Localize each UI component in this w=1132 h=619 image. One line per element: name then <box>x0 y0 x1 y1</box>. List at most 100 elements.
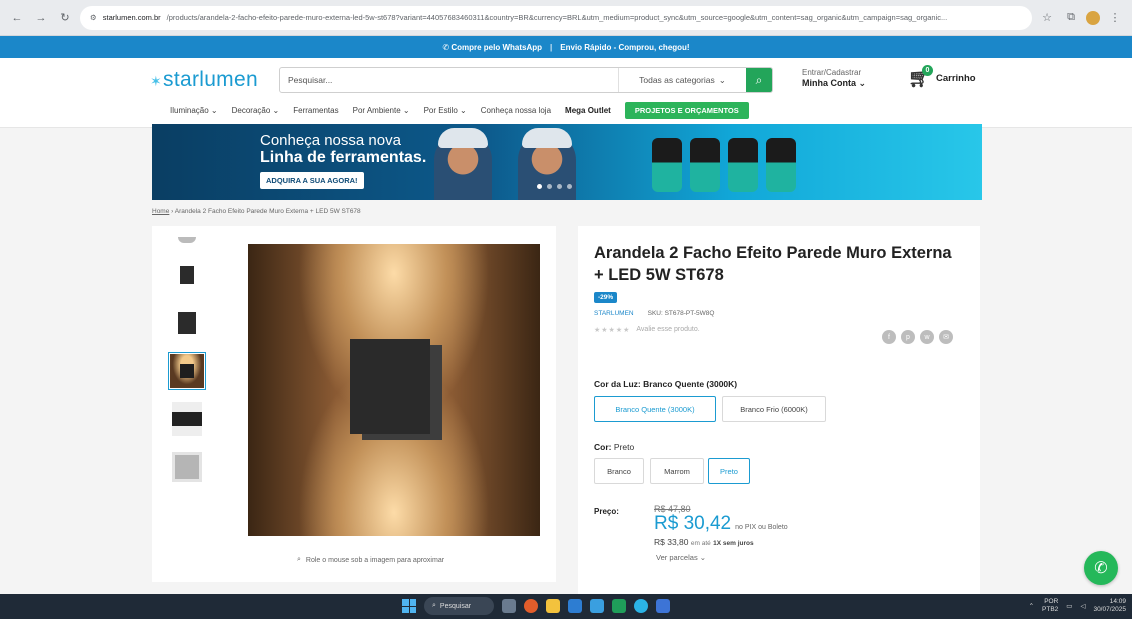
browser-icon[interactable] <box>524 599 538 613</box>
new-price-suffix: no PIX ou Boleto <box>735 524 788 531</box>
url-path: /products/arandela-2-facho-efeito-parede… <box>166 13 948 22</box>
facebook-icon[interactable]: f <box>882 330 896 344</box>
carousel-dot[interactable] <box>547 184 552 189</box>
helmet-shape <box>438 128 488 148</box>
nav-item-decoracao[interactable]: Decoração ⌄ <box>232 106 280 115</box>
chevron-up-icon[interactable]: ⌃ <box>1029 602 1034 610</box>
option-marrom[interactable]: Marrom <box>650 458 704 484</box>
logo[interactable]: ✶starlumen <box>150 68 258 92</box>
product-main-image[interactable] <box>248 244 540 536</box>
review-link[interactable]: Avalie esse produto. <box>636 326 699 334</box>
option-branco[interactable]: Branco <box>594 458 644 484</box>
lang-code: POR <box>1044 598 1059 605</box>
nav-label: Ferramentas <box>293 106 339 115</box>
price-label: Preço: <box>594 507 619 516</box>
reload-icon[interactable]: ↻ <box>56 9 74 27</box>
menu-kebab-icon[interactable]: ⋮ <box>1106 9 1124 27</box>
projects-cta-button[interactable]: PROJETOS E ORÇAMENTOS <box>624 102 749 119</box>
cart-icon: 🛒︎ 0 <box>908 65 933 88</box>
carousel-dot[interactable] <box>557 184 562 189</box>
thumbnail-image <box>172 402 202 436</box>
promo-banner[interactable]: Conheça nossa nova Linha de ferramentas.… <box>152 124 982 200</box>
color-label: Cor: Preto <box>594 442 634 452</box>
logo-text: starlumen <box>163 68 258 91</box>
category-select[interactable]: Todas as categorias ⌄ <box>618 68 746 92</box>
whatsapp-link[interactable]: ✆ Compre pelo WhatsApp <box>442 43 542 52</box>
category-select-label: Todas as categorias <box>639 75 715 85</box>
banner-button[interactable]: ADQUIRA A SUA AGORA! <box>260 172 364 189</box>
bookmark-star-icon[interactable]: ☆ <box>1038 9 1056 27</box>
zoom-hint-text: Role o mouse sob a imagem para aproximar <box>305 556 445 564</box>
app-icon[interactable] <box>656 599 670 613</box>
cart-button[interactable]: 🛒︎ 0 Carrinho <box>908 65 976 88</box>
installments-link[interactable]: Ver parcelas ⌄ <box>656 553 706 562</box>
file-explorer-icon[interactable] <box>546 599 560 613</box>
carousel-dot[interactable] <box>537 184 542 189</box>
clock[interactable]: 14:09 30/07/2025 <box>1093 598 1126 614</box>
brand-link[interactable]: STARLUMEN <box>594 310 634 317</box>
thumbnail[interactable] <box>168 304 206 342</box>
store-icon[interactable] <box>568 599 582 613</box>
back-icon[interactable]: ← <box>8 9 26 27</box>
network-icon[interactable]: ▭ <box>1066 602 1072 610</box>
nav-item-por-ambiente[interactable]: Por Ambiente ⌄ <box>353 106 410 115</box>
mail-icon[interactable] <box>590 599 604 613</box>
email-icon[interactable]: ✉ <box>939 330 953 344</box>
thumbnail-selected[interactable] <box>168 352 206 390</box>
account-login-text: Entrar/Cadastrar <box>802 68 862 77</box>
product-info: Arandela 2 Facho Efeito Parede Muro Exte… <box>578 226 980 594</box>
edge-icon[interactable] <box>634 599 648 613</box>
nav-item-por-estilo[interactable]: Por Estilo ⌄ <box>424 106 467 115</box>
option-branco-frio[interactable]: Branco Frio (6000K) <box>722 396 826 422</box>
installment-pre: em até <box>690 540 711 547</box>
clock-date: 30/07/2025 <box>1093 606 1126 613</box>
address-bar[interactable]: ⚙ starlumen.com.br/products/arandela-2-f… <box>80 5 1032 30</box>
color-key: Cor: <box>594 442 612 452</box>
taskbar-search-label: Pesquisar <box>439 602 472 610</box>
windows-start-icon[interactable] <box>402 599 416 613</box>
nav-label: Mega Outlet <box>565 106 611 115</box>
option-branco-quente[interactable]: Branco Quente (3000K) <box>594 396 716 422</box>
widgets-icon[interactable] <box>502 599 516 613</box>
star-rating-icon[interactable]: ★★★★★ <box>594 326 630 334</box>
share-buttons: f p w ✉ <box>882 330 953 344</box>
search-input[interactable]: Pesquisar... <box>280 75 618 85</box>
product-title: Arandela 2 Facho Efeito Parede Muro Exte… <box>594 244 952 284</box>
language-indicator[interactable]: POR PTB2 <box>1042 598 1058 614</box>
spreadsheet-icon[interactable] <box>612 599 626 613</box>
logo-star-icon: ✶ <box>150 73 163 89</box>
volume-icon[interactable]: ◁ <box>1080 602 1085 610</box>
lang-layout: PTB2 <box>1042 606 1059 613</box>
system-tray: ⌃ POR PTB2 ▭ ◁ 14:09 30/07/2025 <box>1029 598 1126 614</box>
taskbar-search[interactable]: ⌕ Pesquisar <box>424 597 494 615</box>
forward-icon[interactable]: → <box>32 9 50 27</box>
thumbnail-image <box>178 237 196 243</box>
nav-item-mega-outlet[interactable]: Mega Outlet <box>565 106 611 115</box>
taskbar-center: ⌕ Pesquisar <box>402 597 670 615</box>
whatsapp-float-button[interactable]: ✆ <box>1084 551 1118 585</box>
option-preto[interactable]: Preto <box>708 458 750 484</box>
nav-item-ferramentas[interactable]: Ferramentas <box>293 106 338 115</box>
browser-toolbar: ← → ↻ ⚙ starlumen.com.br/products/arande… <box>0 0 1132 36</box>
profile-avatar[interactable] <box>1086 10 1100 25</box>
banner-dots <box>537 184 572 189</box>
nav-item-conheca-loja[interactable]: Conheça nossa loja <box>481 106 551 115</box>
search-button[interactable]: ⌕ <box>746 68 772 92</box>
breadcrumb-home[interactable]: Home <box>152 208 169 215</box>
whatsapp-share-icon[interactable]: w <box>920 330 934 344</box>
account-menu[interactable]: Entrar/Cadastrar Minha Conta ⌄ <box>802 67 866 89</box>
thumbnail[interactable] <box>168 256 206 294</box>
site-info-icon[interactable]: ⚙ <box>90 13 97 22</box>
thumbnail[interactable] <box>168 232 206 248</box>
zoom-hint: ⌕ Role o mouse sob a imagem para aproxim… <box>297 556 444 564</box>
shipping-text: Envio Rápido - Comprou, chegou! <box>560 42 690 52</box>
extensions-icon[interactable]: ⧉ <box>1062 9 1080 27</box>
thumbnail[interactable] <box>168 448 206 486</box>
nav-item-iluminacao[interactable]: Iluminação ⌄ <box>170 106 218 115</box>
carousel-dot[interactable] <box>567 184 572 189</box>
pinterest-icon[interactable]: p <box>901 330 915 344</box>
rating-row: ★★★★★ Avalie esse produto. <box>594 326 700 334</box>
windows-taskbar: ⌕ Pesquisar ⌃ POR PTB2 ▭ ◁ 14:09 30/07/2025 <box>0 594 1132 619</box>
thumbnail-image <box>178 312 196 334</box>
thumbnail[interactable] <box>168 400 206 438</box>
